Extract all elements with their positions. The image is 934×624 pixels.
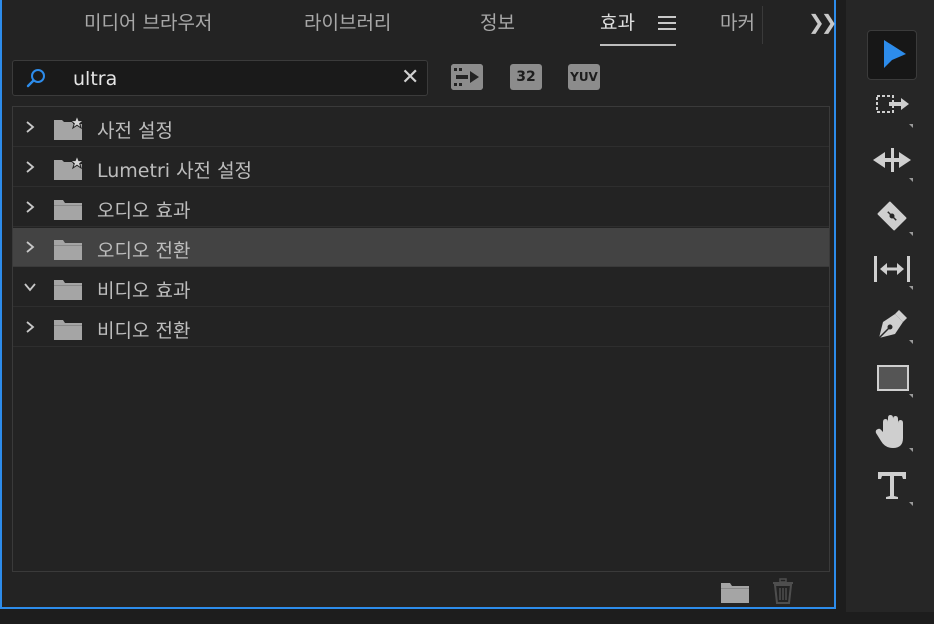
search-field: ✕ (12, 60, 428, 96)
effects-tree: 사전 설정 Lumetri 사전 설정 오디오 효과 오디오 전환 비디오 효과… (12, 106, 830, 572)
razor-tool[interactable] (867, 192, 917, 242)
tree-item-audio-effects[interactable]: 오디오 효과 (13, 188, 829, 227)
chevron-right-icon[interactable] (23, 320, 37, 334)
pen-tool-icon (878, 310, 913, 344)
active-tab-indicator (600, 44, 676, 46)
yuv-filter-button[interactable]: YUV (568, 64, 600, 90)
chevron-right-icon[interactable] (23, 240, 37, 254)
hand-tool-icon (875, 415, 913, 452)
folder-icon (54, 240, 82, 260)
clear-search-icon[interactable]: ✕ (401, 67, 419, 89)
tree-item-label: 비디오 전환 (97, 320, 191, 342)
tab-divider (762, 6, 763, 44)
selection-tool-icon (884, 40, 906, 68)
tab-libraries[interactable]: 라이브러리 (304, 8, 391, 35)
tree-item-label: 사전 설정 (97, 120, 173, 142)
accelerated-effects-filter-button[interactable] (451, 64, 483, 90)
rectangle-tool-icon (877, 365, 913, 398)
accelerated-effects-icon (451, 64, 483, 90)
new-bin-icon[interactable] (720, 580, 750, 604)
search-input[interactable] (71, 65, 395, 93)
tab-media-browser[interactable]: 미디어 브라우저 (84, 8, 212, 35)
pen-tool[interactable] (867, 300, 917, 350)
selection-tool[interactable] (867, 30, 917, 80)
folder-icon (54, 200, 82, 220)
search-icon[interactable] (25, 68, 47, 90)
tree-item-video-transitions[interactable]: 비디오 전환 (13, 308, 829, 347)
tree-item-label: 오디오 전환 (97, 240, 191, 262)
tree-item-video-effects[interactable]: 비디오 효과 (13, 268, 829, 307)
rectangle-tool[interactable] (867, 354, 917, 404)
track-select-tool-icon (876, 95, 913, 128)
chevron-right-icon[interactable] (23, 120, 37, 134)
tree-item-audio-transitions[interactable]: 오디오 전환 (13, 228, 829, 267)
track-select-tool[interactable] (867, 84, 917, 134)
panel-menu-icon[interactable] (658, 16, 676, 30)
tree-item-lumetri-presets[interactable]: Lumetri 사전 설정 (13, 148, 829, 187)
hand-tool[interactable] (867, 408, 917, 458)
trash-icon[interactable] (770, 578, 796, 604)
32bit-filter-button[interactable]: 32 (510, 64, 542, 90)
tab-effects[interactable]: 효과 (600, 8, 635, 35)
panel-tabs: 미디어 브라우저 라이브러리 정보 효과 마커 ❯❯ (2, 0, 837, 50)
preset-folder-icon (54, 156, 85, 180)
tree-item-label: 비디오 효과 (97, 280, 191, 302)
tab-markers[interactable]: 마커 (720, 8, 755, 35)
slip-tool-icon (874, 256, 913, 290)
tree-item-label: 오디오 효과 (97, 200, 191, 222)
ripple-edit-tool-icon (873, 148, 913, 182)
folder-icon (54, 280, 82, 300)
preset-folder-icon (54, 116, 85, 140)
type-tool[interactable] (867, 462, 917, 512)
type-tool-icon (878, 472, 913, 506)
effects-panel: 미디어 브라우저 라이브러리 정보 효과 마커 ❯❯ ✕ 32 YUV (0, 0, 837, 609)
slip-tool[interactable] (867, 246, 917, 296)
chevron-right-icon[interactable] (23, 160, 37, 174)
chevron-down-icon[interactable] (23, 280, 37, 294)
ripple-edit-tool[interactable] (867, 138, 917, 188)
overflow-chevron-icon[interactable]: ❯❯ (808, 10, 837, 34)
tools-panel (846, 0, 934, 612)
tab-info[interactable]: 정보 (480, 8, 515, 35)
chevron-right-icon[interactable] (23, 200, 37, 214)
tree-item-presets[interactable]: 사전 설정 (13, 108, 829, 147)
razor-tool-icon (877, 201, 913, 236)
tree-item-label: Lumetri 사전 설정 (97, 160, 253, 182)
folder-icon (54, 320, 82, 340)
